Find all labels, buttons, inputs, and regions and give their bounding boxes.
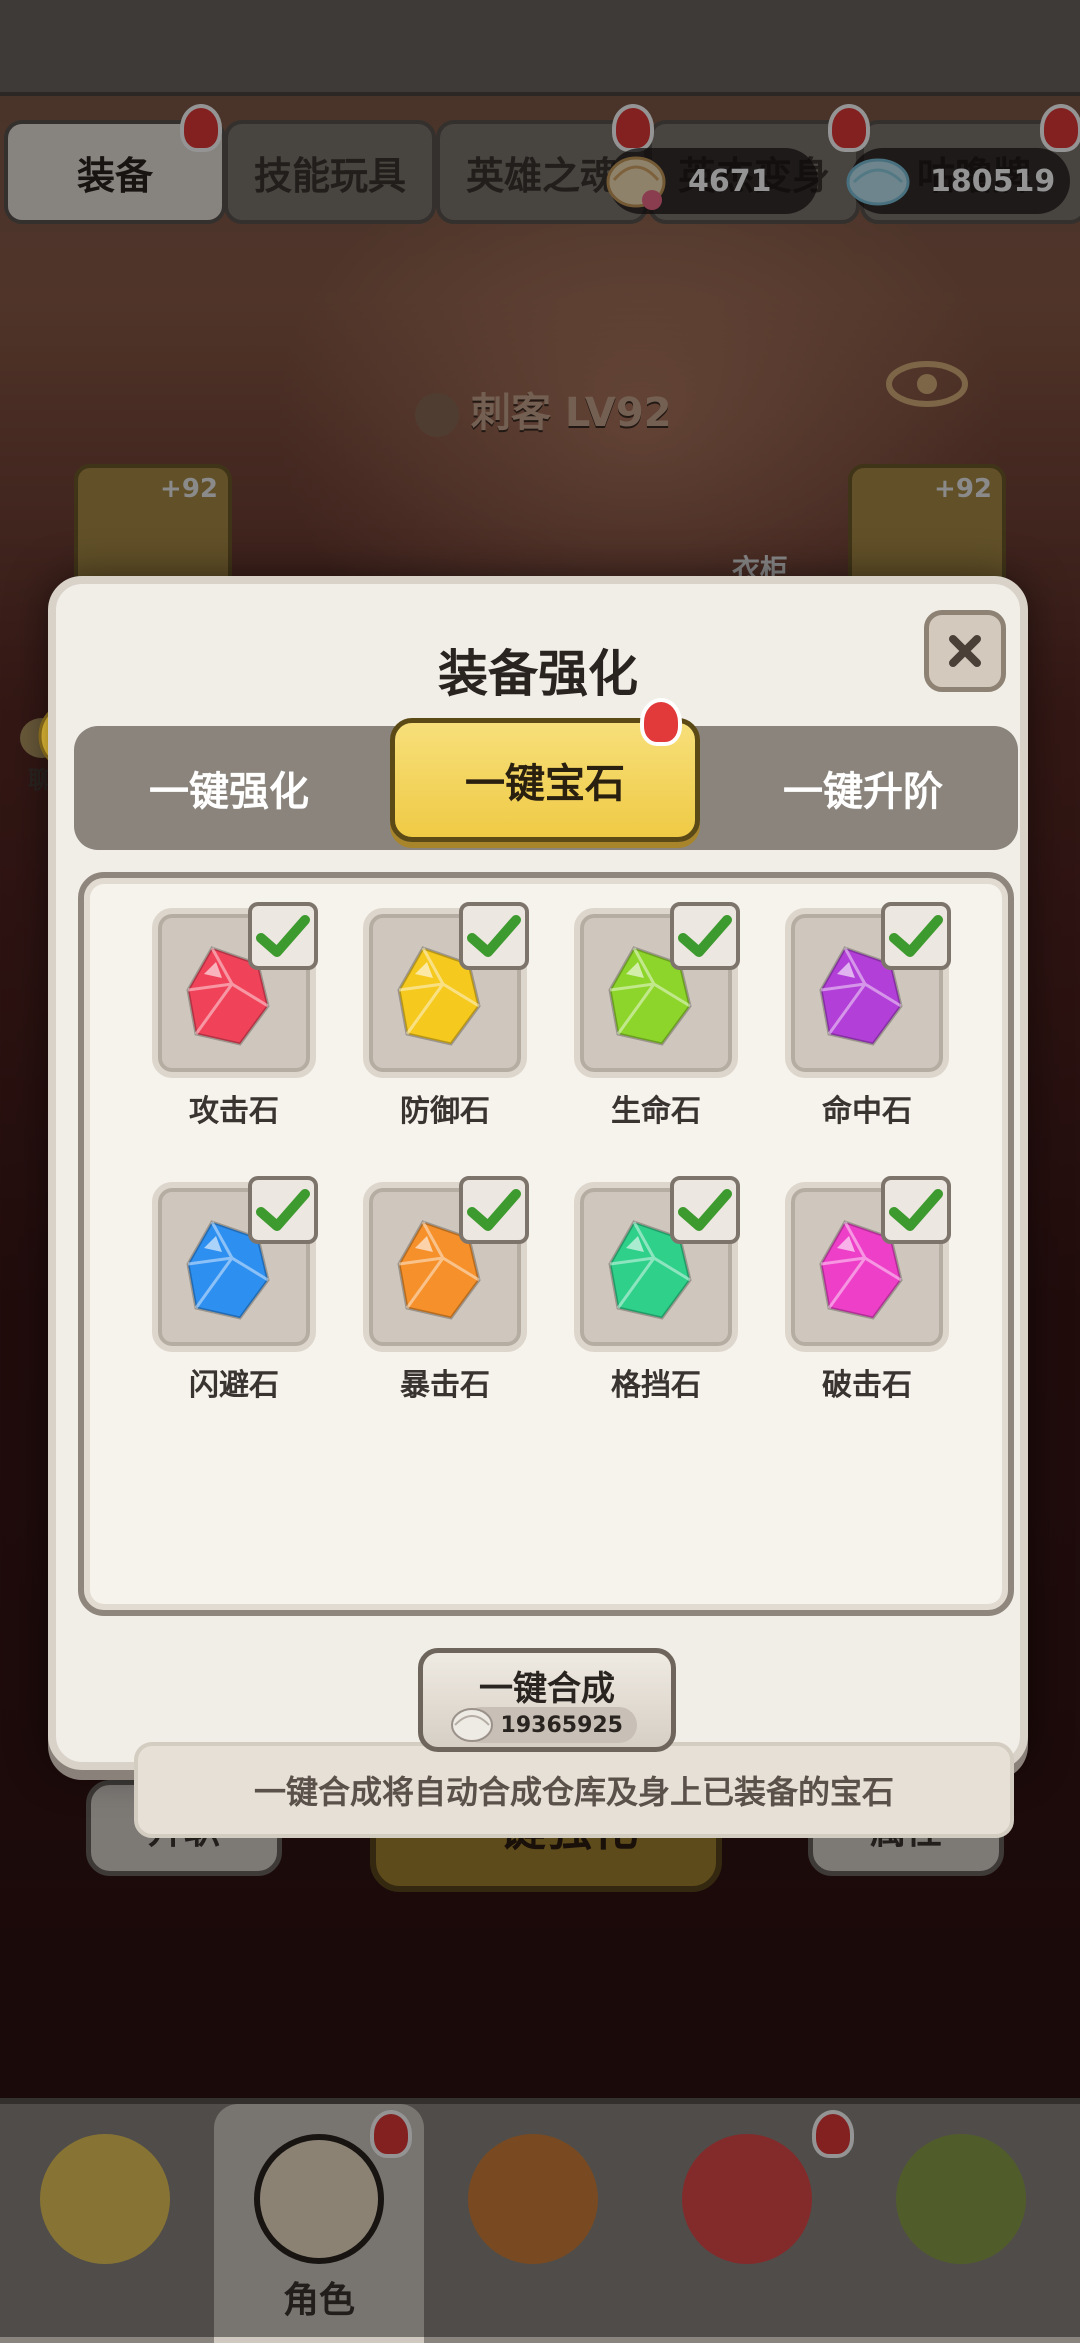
gem-slot[interactable]: 暴击石 <box>363 1176 533 1403</box>
gem-name: 生命石 <box>611 1094 701 1129</box>
gem-panel: 攻击石 防御石 生命石 命中石闪避石 暴击石 格挡石 破击石 一键合成将自动合成仓库及身上已… <box>78 872 1014 1838</box>
gem-name: 攻击石 <box>189 1094 279 1129</box>
dialog-title: 装备强化 <box>438 645 638 703</box>
checkbox[interactable] <box>248 902 318 970</box>
gem-slot[interactable]: 攻击石 <box>152 902 322 1129</box>
check-icon <box>467 915 521 957</box>
checkbox[interactable] <box>670 1176 740 1244</box>
check-icon <box>256 915 310 957</box>
checkbox[interactable] <box>670 902 740 970</box>
checkbox[interactable] <box>459 902 529 970</box>
gem-slot[interactable]: 命中石 <box>785 902 955 1129</box>
mode-tabs: 一键强化 一键宝石 一键升阶 <box>74 718 1018 850</box>
info-text: 一键合成将自动合成仓库及身上已装备的宝石 <box>134 1742 1014 1838</box>
notification-bell-icon <box>640 698 682 746</box>
check-icon <box>467 1189 521 1231</box>
checkbox[interactable] <box>881 902 951 970</box>
gem-slot[interactable]: 闪避石 <box>152 1176 322 1403</box>
checkbox[interactable] <box>459 1176 529 1244</box>
gem-slot[interactable]: 破击石 <box>785 1176 955 1403</box>
close-icon <box>949 635 981 667</box>
gem-slot[interactable]: 格挡石 <box>574 1176 744 1403</box>
checkbox[interactable] <box>248 1176 318 1244</box>
gem-name: 暴击石 <box>400 1368 490 1403</box>
compose-cost: 19365925 <box>451 1707 637 1743</box>
check-icon <box>256 1189 310 1231</box>
check-icon <box>678 915 732 957</box>
gem-name: 防御石 <box>400 1094 490 1129</box>
checkbox[interactable] <box>881 1176 951 1244</box>
gem-name: 闪避石 <box>189 1368 279 1403</box>
equipment-enhance-dialog: 装备强化 一键强化 一键宝石 一键升阶 攻击石 防御石 生命石 命中石闪避石 暴击石 格挡… <box>48 576 1028 1838</box>
check-icon <box>889 915 943 957</box>
gem-name: 破击石 <box>822 1368 912 1403</box>
gem-slot[interactable]: 防御石 <box>363 902 533 1129</box>
shell-icon <box>451 1708 493 1742</box>
check-icon <box>889 1189 943 1231</box>
gem-name: 命中石 <box>822 1094 912 1129</box>
tab-one-click-enhance[interactable]: 一键强化 <box>74 726 384 850</box>
tab-one-click-upgrade[interactable]: 一键升阶 <box>708 726 1018 850</box>
gem-name: 格挡石 <box>611 1368 701 1403</box>
gem-slot[interactable]: 生命石 <box>574 902 744 1129</box>
one-click-compose-button[interactable]: 一键合成 19365925 <box>418 1648 676 1752</box>
close-button[interactable] <box>924 610 1006 692</box>
check-icon <box>678 1189 732 1231</box>
